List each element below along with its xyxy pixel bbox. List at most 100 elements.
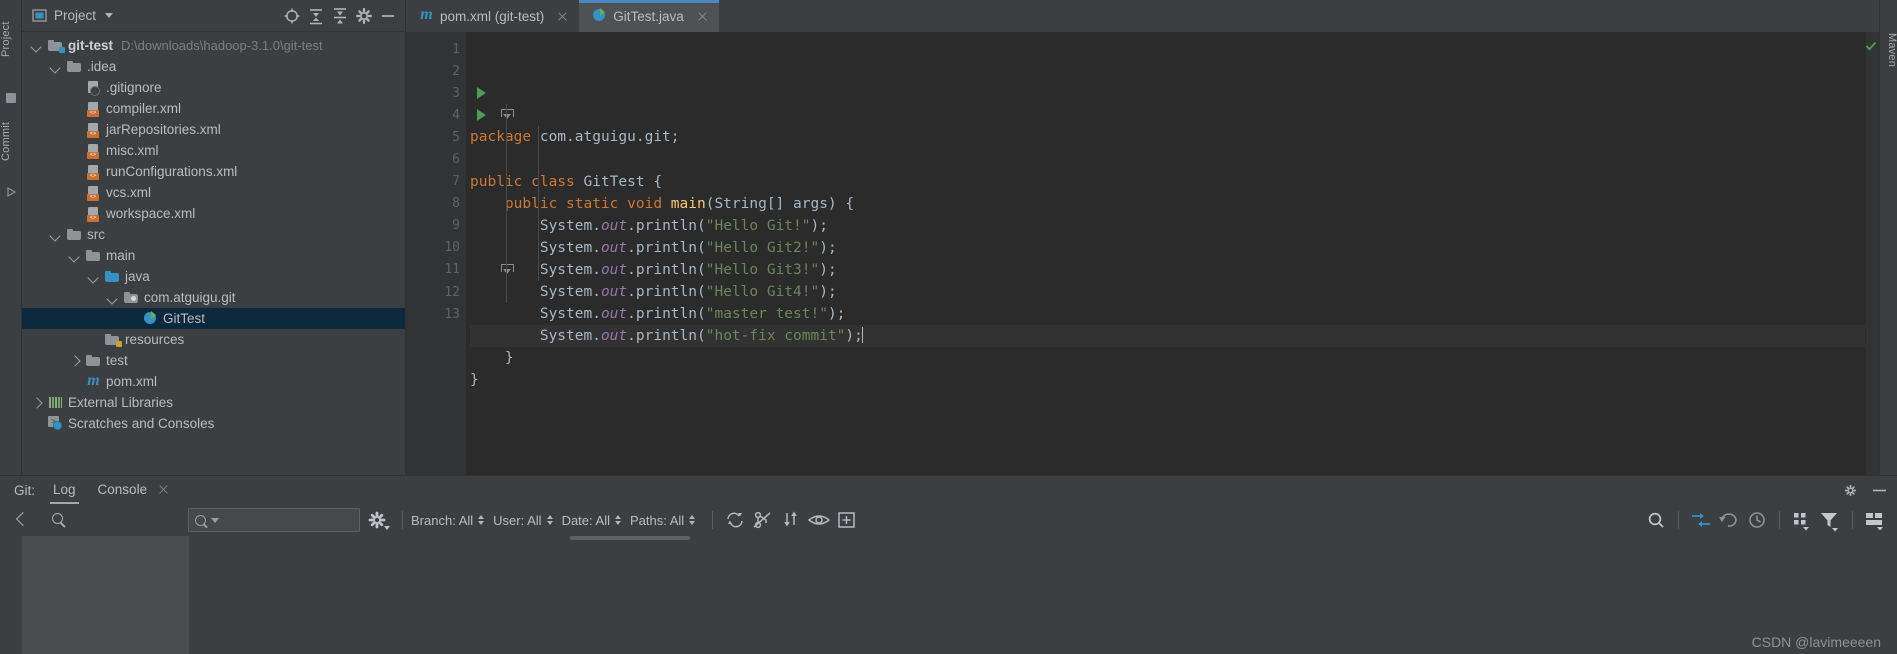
revert-icon[interactable] xyxy=(1715,504,1743,536)
line-number: 5 xyxy=(406,126,466,148)
chevron-down-icon[interactable] xyxy=(106,291,119,304)
tree-item-jarrepositories-xml[interactable]: jarRepositories.xml xyxy=(22,119,405,140)
hide-icon[interactable] xyxy=(377,5,399,27)
tree-item-scratches-and-consoles[interactable]: Scratches and Consoles xyxy=(22,413,405,434)
log-filter-input[interactable] xyxy=(188,508,360,532)
history-icon[interactable] xyxy=(1743,504,1771,536)
editor-tab-label: pom.xml (git-test) xyxy=(440,8,545,24)
editor-markup-stripe[interactable] xyxy=(1865,32,1879,475)
code-line[interactable]: System.out.println("Hello Git2!"); xyxy=(470,237,1879,259)
tool-window-button-project[interactable]: Project xyxy=(0,4,22,74)
tree-item-pom-xml[interactable]: pom.xml xyxy=(22,371,405,392)
chevron-down-icon[interactable] xyxy=(105,13,114,18)
filter-user[interactable]: User: All xyxy=(493,513,553,528)
code-line[interactable]: } xyxy=(470,347,1879,369)
inspection-ok-icon[interactable] xyxy=(1865,40,1877,52)
tab-console[interactable]: Console xyxy=(98,482,169,499)
close-icon[interactable] xyxy=(158,484,169,495)
tree-item-gittest[interactable]: GitTest xyxy=(22,308,405,329)
external-libraries-icon xyxy=(47,395,64,411)
line-number-label: 5 xyxy=(452,129,460,145)
tree-item-git-test[interactable]: git-test D:\downloads\hadoop-3.1.0\git-te… xyxy=(22,35,405,56)
tree-item-resources[interactable]: resources xyxy=(22,329,405,350)
chevron-right-icon[interactable] xyxy=(30,396,43,409)
collapse-all-icon[interactable] xyxy=(329,5,351,27)
gear-icon[interactable] xyxy=(1843,483,1858,498)
package-icon xyxy=(123,290,140,306)
editor-tab-gittest-java[interactable]: GitTest.java xyxy=(579,0,719,32)
line-number: 4 xyxy=(406,104,514,126)
tree-item-misc-xml[interactable]: misc.xml xyxy=(22,140,405,161)
refresh-icon[interactable] xyxy=(721,504,749,536)
gear-icon[interactable] xyxy=(360,504,394,536)
gear-icon[interactable] xyxy=(353,5,375,27)
chevron-down-icon[interactable] xyxy=(211,517,219,523)
filter-paths[interactable]: Paths: All xyxy=(630,513,696,528)
editor-code-area[interactable]: package com.atguigu.git; public class Gi… xyxy=(466,32,1879,475)
layout-icon[interactable] xyxy=(1788,504,1816,536)
hide-branches-icon[interactable] xyxy=(749,504,777,536)
close-icon[interactable] xyxy=(556,10,569,23)
code-line[interactable]: System.out.println("Hello Git!"); xyxy=(470,215,1879,237)
tree-item-external-libraries[interactable]: External Libraries xyxy=(22,392,405,413)
horizontal-scrollbar[interactable] xyxy=(570,536,690,540)
chevron-down-icon[interactable] xyxy=(49,228,62,241)
tree-item--gitignore[interactable]: .gitignore xyxy=(22,77,405,98)
code-line[interactable]: System.out.println("Hello Git4!"); xyxy=(470,281,1879,303)
line-number-label: 12 xyxy=(444,284,460,300)
tree-item-vcs-xml[interactable]: vcs.xml xyxy=(22,182,405,203)
tree-item-main[interactable]: main xyxy=(22,245,405,266)
code-line[interactable]: System.out.println("Hello Git3!"); xyxy=(470,259,1879,281)
expand-all-icon[interactable] xyxy=(305,5,327,27)
editor-tab-bar[interactable]: pom.xml (git-test) GitTest.java xyxy=(406,0,1879,32)
editor-tab-pom-xml-git-test-[interactable]: pom.xml (git-test) xyxy=(406,0,579,32)
filter-date[interactable]: Date: All xyxy=(562,513,622,528)
code-line[interactable] xyxy=(470,392,1879,414)
chevron-right-icon[interactable] xyxy=(68,354,81,367)
code-editor[interactable]: 1 2 3 4 5 6 7 8 9 10 11 12 13 package com.atguigu.gi… xyxy=(406,32,1879,475)
git-log-table[interactable] xyxy=(0,536,1897,654)
tool-window-button-commit[interactable]: Commit xyxy=(0,108,22,174)
chevron-down-icon[interactable] xyxy=(49,60,62,73)
tab-log[interactable]: Log xyxy=(50,482,79,504)
search-icon[interactable] xyxy=(1642,504,1670,536)
chevron-down-icon[interactable] xyxy=(30,39,43,52)
back-arrow-icon[interactable] xyxy=(0,504,44,536)
intellisort-icon[interactable] xyxy=(777,504,805,536)
editor-gutter[interactable]: 1 2 3 4 5 6 7 8 9 10 11 12 13 xyxy=(406,32,514,475)
search-icon[interactable] xyxy=(44,504,78,536)
select-opened-file-icon[interactable] xyxy=(281,5,303,27)
project-tree[interactable]: git-test D:\downloads\hadoop-3.1.0\git-te… xyxy=(22,32,405,475)
expand-icon[interactable] xyxy=(833,504,861,536)
chevron-down-icon[interactable] xyxy=(87,270,100,283)
columns-icon[interactable] xyxy=(1861,504,1889,536)
filter-branch[interactable]: Branch: All xyxy=(411,513,485,528)
tree-item-compiler-xml[interactable]: compiler.xml xyxy=(22,98,405,119)
tree-item-src[interactable]: src xyxy=(22,224,405,245)
tree-item-workspace-xml[interactable]: workspace.xml xyxy=(22,203,405,224)
code-line[interactable]: System.out.println("master test!"); xyxy=(470,303,1879,325)
filter-icon[interactable] xyxy=(1816,504,1844,536)
line-number-label: 7 xyxy=(452,174,460,190)
code-line[interactable]: public class GitTest { xyxy=(470,171,1879,193)
tree-item-java[interactable]: java xyxy=(22,266,405,287)
tool-window-button-maven[interactable]: Maven xyxy=(1880,20,1897,80)
tree-item-runconfigurations-xml[interactable]: runConfigurations.xml xyxy=(22,161,405,182)
hide-icon[interactable] xyxy=(1872,483,1887,498)
tree-item-com-atguigu-git[interactable]: com.atguigu.git xyxy=(22,287,405,308)
code-line[interactable]: System.out.println("hot-fix commit"); xyxy=(470,325,1879,348)
code-line[interactable]: package com.atguigu.git; xyxy=(470,126,1879,148)
filter-user-label: User: All xyxy=(493,512,542,528)
chevron-down-icon[interactable] xyxy=(68,249,81,262)
tree-item--idea[interactable]: .idea xyxy=(22,56,405,77)
close-icon[interactable] xyxy=(696,10,709,23)
collapse-icon[interactable] xyxy=(1687,504,1715,536)
code-line[interactable]: } xyxy=(470,369,1879,391)
tree-item-test[interactable]: test xyxy=(22,350,405,371)
code-line[interactable] xyxy=(470,148,1879,170)
tree-item-label: External Libraries xyxy=(68,394,174,410)
code-line[interactable]: public static void main(String[] args) { xyxy=(470,193,1879,215)
show-details-icon[interactable] xyxy=(805,504,833,536)
